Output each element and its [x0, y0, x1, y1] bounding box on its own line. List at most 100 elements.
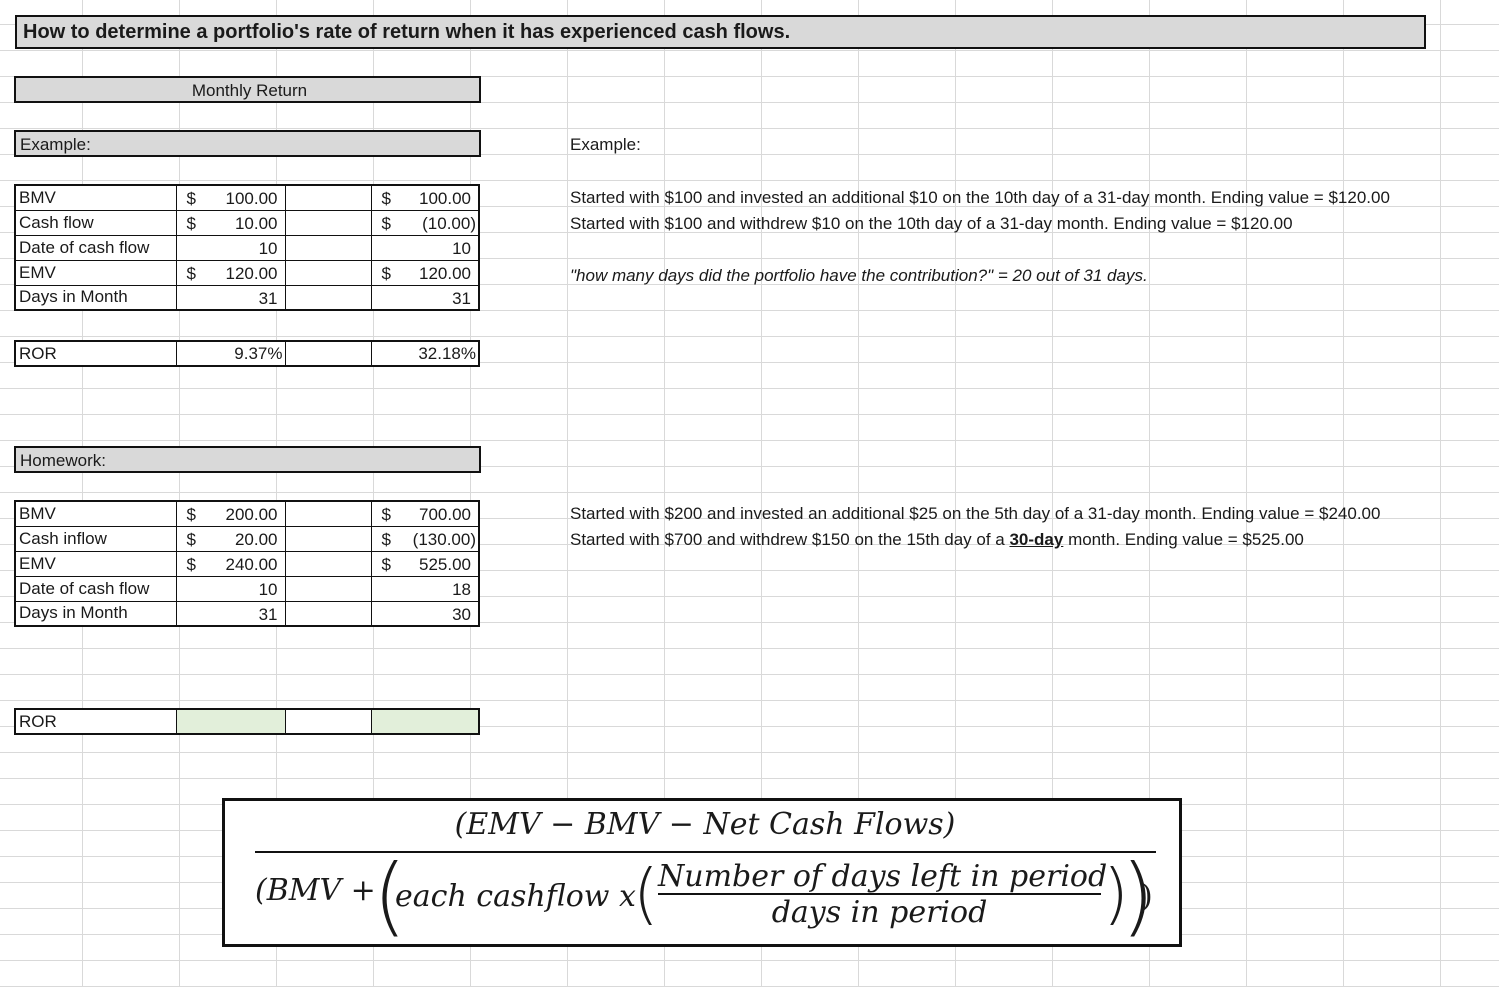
ror-answer-cell-2[interactable] [370, 708, 480, 735]
value-cell[interactable]: $100.00 [175, 184, 286, 211]
formula-inner-numerator: Number of days left in period [658, 859, 1108, 894]
cell-value: 18 [452, 579, 471, 599]
value-cell[interactable]: $20.00 [175, 525, 286, 552]
table-row: BMV $100.00 $100.00 [14, 184, 480, 211]
ror-value-cell-2[interactable]: 32.18% [370, 340, 480, 367]
currency-symbol: $ [186, 263, 196, 283]
cell-value: (10.00) [422, 213, 476, 233]
row-label-cell[interactable]: Cash flow [14, 209, 177, 236]
empty-cell[interactable] [284, 340, 372, 367]
currency-symbol: $ [186, 505, 196, 524]
formula-denominator: (BMV + [255, 873, 376, 908]
empty-cell[interactable] [284, 259, 372, 286]
row-label-cell[interactable]: Days in Month [14, 600, 177, 627]
empty-cell[interactable] [284, 209, 372, 236]
row-label-cell[interactable]: BMV [14, 184, 177, 211]
empty-cell[interactable] [284, 500, 372, 527]
value-cell[interactable]: 31 [175, 600, 286, 627]
value-cell[interactable]: $ (10.00) [370, 209, 480, 236]
row-label: EMV [19, 553, 56, 573]
value-cell[interactable]: $200.00 [175, 500, 286, 527]
currency-symbol: $ [186, 189, 196, 208]
cell-value: 100.00 [225, 189, 278, 208]
homework-ror-row: ROR [14, 708, 480, 735]
value-cell[interactable]: 10 [175, 575, 286, 602]
title-banner[interactable]: How to determine a portfolio's rate of r… [15, 15, 1426, 49]
cell-value: (130.00) [412, 529, 476, 549]
value-cell[interactable]: 31 [175, 284, 286, 311]
ror-label: ROR [19, 711, 57, 731]
example-table: BMV $100.00 $100.00 Cash flow $10.00 $ (10.00)… [14, 184, 480, 311]
cell-value: 20.00 [234, 529, 278, 549]
cell-value: 700.00 [419, 505, 471, 524]
cell-value: 31 [258, 604, 278, 624]
row-label-cell[interactable]: Date of cash flow [14, 234, 177, 261]
empty-cell[interactable] [284, 600, 372, 627]
row-label: Date of cash flow [19, 237, 150, 257]
ror-value-2: 32.18% [418, 343, 476, 363]
example-note-3: "how many days did the portfolio have th… [570, 266, 1148, 285]
example-ror-row: ROR 9.37% 32.18% [14, 340, 480, 367]
ror-label: ROR [19, 343, 57, 363]
value-cell[interactable]: $700.00 [370, 500, 480, 527]
cell-value: 31 [258, 288, 278, 308]
example-section-header[interactable]: Example: [14, 130, 481, 157]
ror-answer-cell-1[interactable] [175, 708, 286, 735]
value-cell[interactable]: $ (130.00) [370, 525, 480, 552]
homework-note-2-part-1: Started with $700 and withdrew $150 on t… [570, 530, 1010, 549]
value-cell[interactable]: 31 [370, 284, 480, 311]
empty-cell[interactable] [284, 550, 372, 577]
value-cell[interactable]: 30 [370, 600, 480, 627]
table-row: Cash flow $10.00 $ (10.00) [14, 209, 480, 236]
row-label-cell[interactable]: EMV [14, 259, 177, 286]
table-row: EMV $120.00 $120.00 [14, 259, 480, 286]
empty-cell[interactable] [284, 284, 372, 311]
ror-label-cell[interactable]: ROR [14, 708, 177, 735]
homework-note-2-part-2: month. Ending value = $525.00 [1063, 530, 1304, 549]
homework-table: BMV $200.00 $700.00 Cash inflow $20.00 $ (130.… [14, 500, 480, 627]
value-cell[interactable]: 10 [370, 234, 480, 261]
formula-final-close-paren: ) [1141, 879, 1153, 914]
formula-denominator-left: (BMV + [255, 873, 376, 908]
row-label-cell[interactable]: Date of cash flow [14, 575, 177, 602]
cell-value: 240.00 [225, 554, 278, 574]
value-cell[interactable]: $100.00 [370, 184, 480, 211]
formula-inner-open-paren: ( [633, 855, 659, 932]
row-label: Date of cash flow [19, 578, 150, 598]
ror-value-1: 9.37% [234, 343, 283, 363]
value-cell[interactable]: 18 [370, 575, 480, 602]
value-cell[interactable]: $120.00 [175, 259, 286, 286]
table-row: BMV $200.00 $700.00 [14, 500, 480, 527]
empty-cell[interactable] [284, 234, 372, 261]
monthly-return-header[interactable]: Monthly Return [14, 76, 481, 103]
value-cell[interactable]: $240.00 [175, 550, 286, 577]
cell-value: 10.00 [234, 213, 278, 233]
notes-example-header: Example: [570, 135, 641, 154]
ror-label-cell[interactable]: ROR [14, 340, 177, 367]
value-cell[interactable]: $525.00 [370, 550, 480, 577]
homework-section-label: Homework: [20, 451, 106, 470]
ror-value-cell-1[interactable]: 9.37% [175, 340, 286, 367]
row-label-cell[interactable]: EMV [14, 550, 177, 577]
row-label: BMV [19, 503, 56, 523]
monthly-return-label: Monthly Return [191, 81, 308, 100]
empty-cell[interactable] [284, 525, 372, 552]
row-label-cell[interactable]: BMV [14, 500, 177, 527]
empty-cell[interactable] [284, 184, 372, 211]
value-cell[interactable]: $10.00 [175, 209, 286, 236]
row-label: BMV [19, 187, 56, 207]
row-label-cell[interactable]: Cash inflow [14, 525, 177, 552]
cell-value: 200.00 [225, 505, 278, 524]
value-cell[interactable]: $120.00 [370, 259, 480, 286]
currency-symbol: $ [381, 529, 391, 549]
empty-cell[interactable] [284, 708, 372, 735]
homework-section-header[interactable]: Homework: [14, 446, 481, 473]
empty-cell[interactable] [284, 575, 372, 602]
cell-value: 10 [258, 238, 278, 258]
currency-symbol: $ [186, 554, 196, 574]
table-row: EMV $240.00 $525.00 [14, 550, 480, 577]
value-cell[interactable]: 10 [175, 234, 286, 261]
example-note-1: Started with $100 and invested an additi… [570, 188, 1390, 207]
cell-value: 31 [452, 288, 471, 308]
row-label-cell[interactable]: Days in Month [14, 284, 177, 311]
